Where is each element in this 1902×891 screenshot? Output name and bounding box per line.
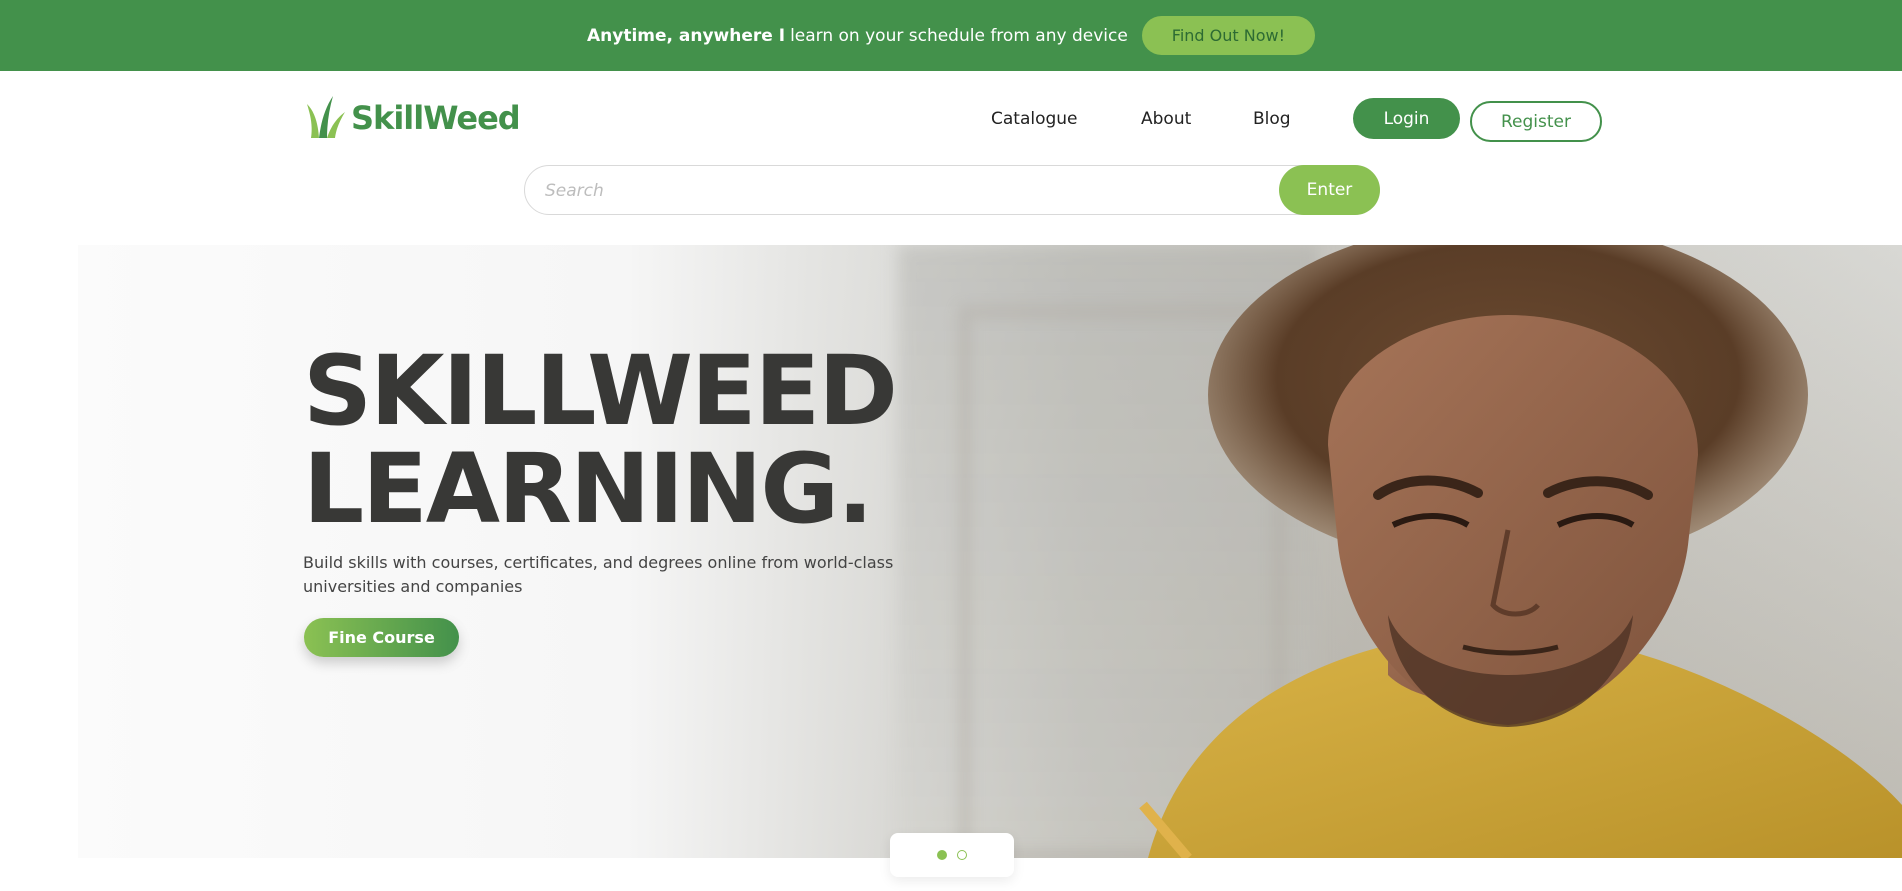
- carousel-dots: [890, 833, 1014, 877]
- search-input[interactable]: [543, 166, 1277, 214]
- carousel-dot-2[interactable]: [957, 850, 967, 860]
- carousel-dot-1[interactable]: [937, 850, 947, 860]
- promo-bar: Anytime, anywhere I learn on your schedu…: [0, 0, 1902, 71]
- grass-logo-icon: [307, 96, 345, 138]
- promo-bold-text: Anytime, anywhere I: [586, 25, 786, 46]
- nav-blog[interactable]: Blog: [1253, 109, 1291, 129]
- hero-subtitle: Build skills with courses, certificates,…: [303, 553, 894, 596]
- nav-about[interactable]: About: [1141, 109, 1191, 129]
- find-course-button[interactable]: Fine Course: [304, 618, 459, 657]
- nav-catalogue[interactable]: Catalogue: [991, 109, 1078, 129]
- register-button[interactable]: Register: [1470, 101, 1602, 142]
- hero-title: SKILLWEED LEARNING.: [303, 335, 898, 545]
- promo-text: learn on your schedule from any device: [790, 25, 1128, 46]
- search-enter-button[interactable]: Enter: [1279, 165, 1380, 215]
- logo-text: SkillWeed: [351, 99, 521, 137]
- hero-title-line-1: SKILLWEED: [303, 335, 898, 447]
- login-button[interactable]: Login: [1353, 98, 1460, 139]
- find-out-now-button[interactable]: Find Out Now!: [1141, 16, 1316, 55]
- student-photo: [1139, 245, 1902, 858]
- search-bar: [524, 165, 1380, 215]
- logo[interactable]: SkillWeed: [307, 96, 521, 140]
- hero-title-line-2: LEARNING.: [303, 433, 874, 545]
